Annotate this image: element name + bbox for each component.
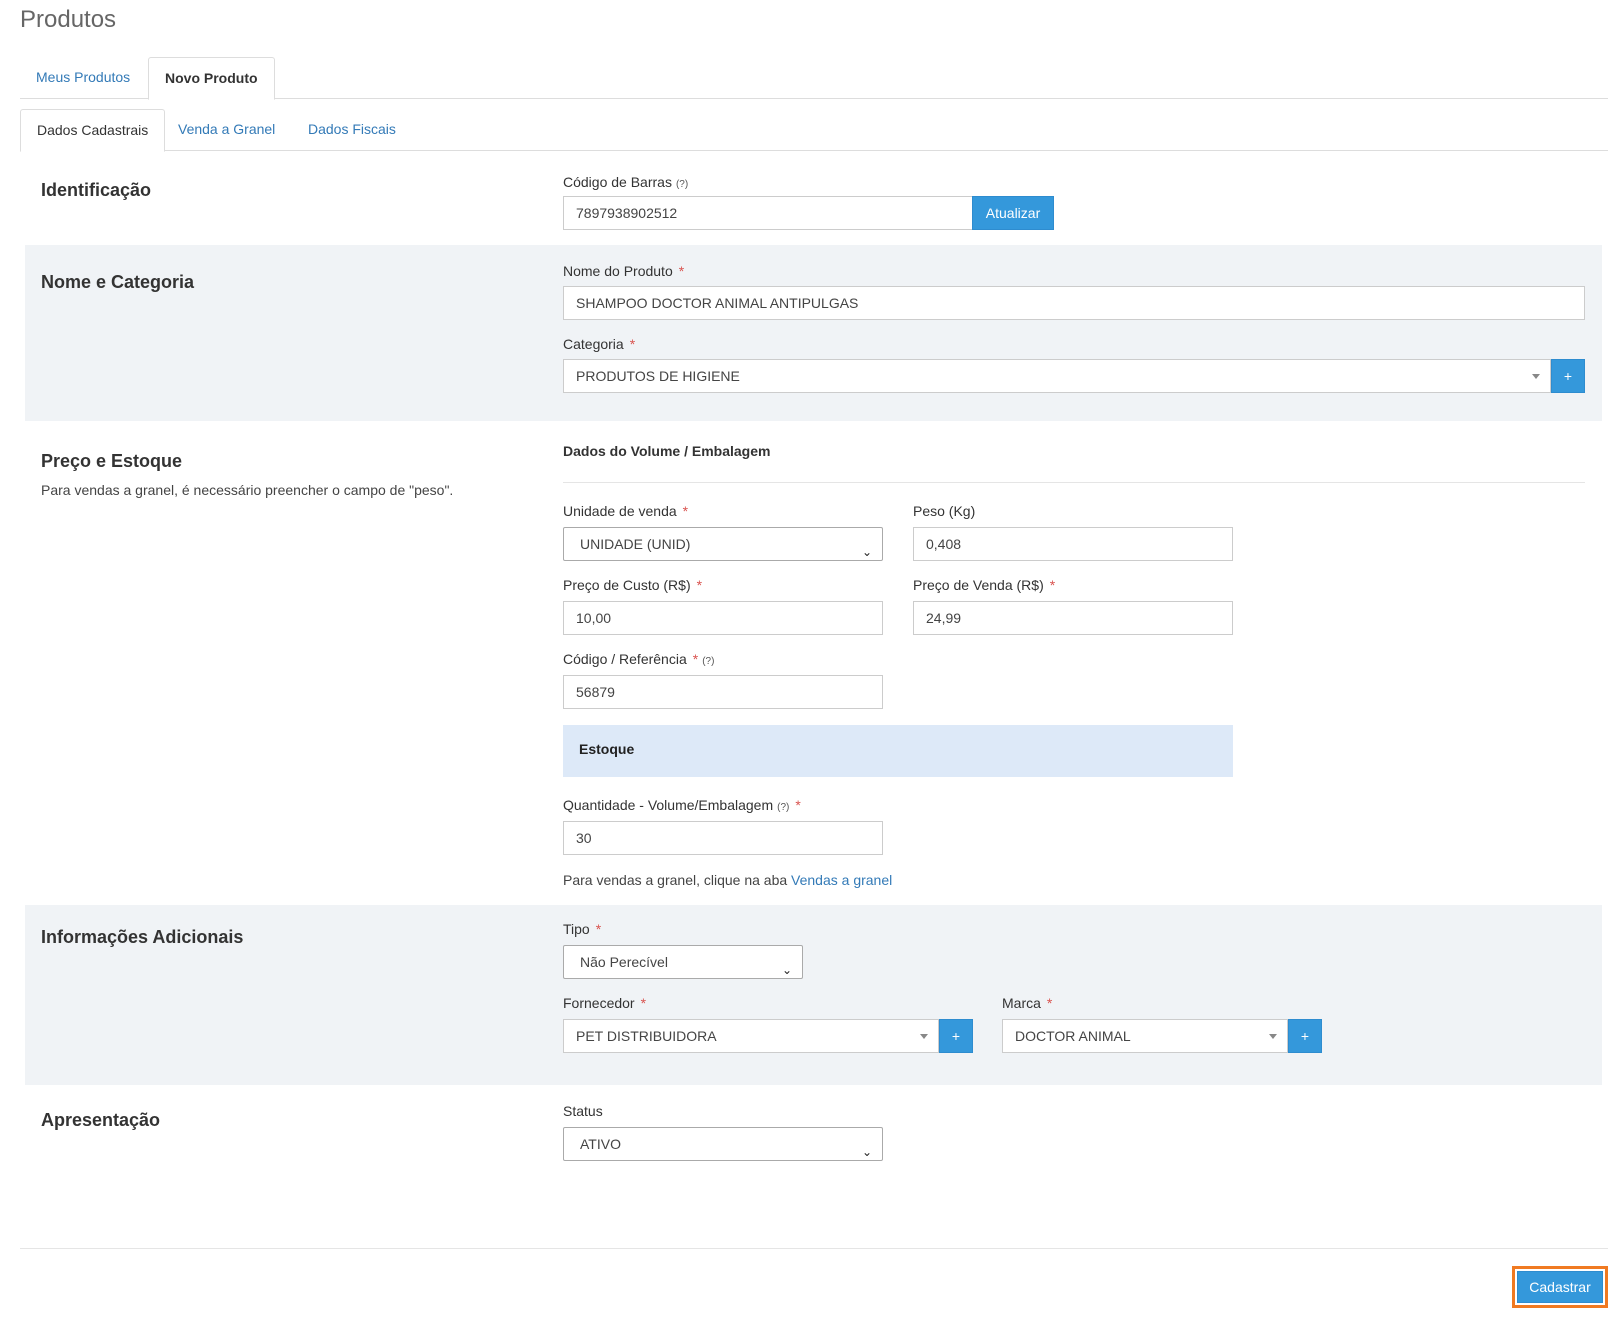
main-tabs: Meus Produtos Novo Produto: [20, 57, 1608, 100]
volume-heading: Dados do Volume / Embalagem: [563, 443, 771, 459]
section-apresentacao: Apresentação Status ATIVO ⌄: [25, 1085, 1602, 1205]
stock-heading: Estoque: [579, 741, 635, 757]
chevron-down-icon: ⌄: [861, 1145, 872, 1159]
unit-label: Unidade de venda *: [563, 503, 689, 519]
supplier-select[interactable]: PET DISTRIBUIDORA: [563, 1019, 939, 1053]
chevron-down-icon: ⌄: [861, 545, 872, 559]
help-icon[interactable]: (?): [777, 802, 789, 813]
vendas-granel-link[interactable]: Vendas a granel: [791, 872, 892, 888]
update-button[interactable]: Atualizar: [972, 196, 1054, 230]
tab-novo-produto[interactable]: Novo Produto: [148, 57, 275, 100]
add-brand-button[interactable]: +: [1288, 1019, 1322, 1053]
sale-input[interactable]: 24,99: [913, 601, 1233, 635]
status-label: Status: [563, 1103, 603, 1119]
page-title: Produtos: [20, 6, 117, 33]
section-nome-categoria: Nome e Categoria Nome do Produto * SHAMPO…: [25, 245, 1602, 421]
caret-down-icon: [920, 1034, 928, 1039]
type-label: Tipo *: [563, 921, 602, 937]
submit-button[interactable]: Cadastrar: [1517, 1271, 1603, 1303]
section-title: Preço e Estoque: [41, 451, 183, 471]
section-title: Apresentação: [41, 1110, 161, 1130]
footer-divider: [20, 1248, 1608, 1249]
section-identificacao: Identificação Código de Barras (?) 789793…: [25, 152, 1602, 245]
weight-label: Peso (Kg): [913, 503, 976, 519]
submit-highlight: Cadastrar: [1512, 1266, 1608, 1308]
help-icon[interactable]: (?): [702, 656, 714, 667]
stock-heading-box: Estoque: [563, 725, 1233, 777]
section-title: Identificação: [41, 180, 152, 200]
tab-meus-produtos[interactable]: Meus Produtos: [20, 57, 146, 99]
tab-dados-cadastrais[interactable]: Dados Cadastrais: [20, 109, 166, 152]
add-category-button[interactable]: +: [1551, 359, 1585, 393]
weight-input[interactable]: 0,408: [913, 527, 1233, 561]
sale-label: Preço de Venda (R$) *: [913, 577, 1056, 593]
category-select[interactable]: PRODUTOS DE HIGIENE: [563, 359, 1551, 393]
status-select[interactable]: ATIVO ⌄: [563, 1127, 883, 1161]
cost-label: Preço de Custo (R$) *: [563, 577, 703, 593]
supplier-label: Fornecedor *: [563, 995, 647, 1011]
code-label: Código / Referência * (?): [563, 651, 715, 667]
section-title: Informações Adicionais: [41, 927, 244, 947]
divider: [563, 482, 1585, 483]
unit-select[interactable]: UNIDADE (UNID) ⌄: [563, 527, 883, 561]
barcode-label: Código de Barras (?): [563, 174, 689, 190]
qty-label: Quantidade - Volume/Embalagem (?) *: [563, 797, 801, 813]
section-informacoes-adicionais: Informações Adicionais Tipo * Não Perecív…: [25, 905, 1602, 1085]
section-title: Nome e Categoria: [41, 272, 195, 292]
qty-input[interactable]: 30: [563, 821, 883, 855]
cost-input[interactable]: 10,00: [563, 601, 883, 635]
granel-hint: Para vendas a granel, clique na aba Vend…: [563, 872, 893, 888]
section-note: Para vendas a granel, é necessário preen…: [41, 482, 454, 498]
brand-select[interactable]: DOCTOR ANIMAL: [1002, 1019, 1288, 1053]
section-preco-estoque: Preço e Estoque Para vendas a granel, é …: [25, 421, 1602, 905]
tab-dados-fiscais[interactable]: Dados Fiscais: [292, 109, 412, 151]
code-input[interactable]: 56879: [563, 675, 883, 709]
type-select[interactable]: Não Perecível ⌄: [563, 945, 803, 979]
add-supplier-button[interactable]: +: [939, 1019, 973, 1053]
chevron-down-icon: ⌄: [781, 963, 792, 977]
sub-tabs: Dados Cadastrais Venda a Granel Dados Fi…: [20, 109, 1608, 152]
barcode-input[interactable]: 7897938902512: [563, 196, 973, 230]
product-name-input[interactable]: SHAMPOO DOCTOR ANIMAL ANTIPULGAS: [563, 286, 1585, 320]
category-label: Categoria *: [563, 336, 636, 352]
caret-down-icon: [1269, 1034, 1277, 1039]
help-icon[interactable]: (?): [676, 179, 688, 190]
caret-down-icon: [1532, 374, 1540, 379]
tab-venda-granel[interactable]: Venda a Granel: [162, 109, 291, 151]
brand-label: Marca *: [1002, 995, 1053, 1011]
product-name-label: Nome do Produto *: [563, 263, 685, 279]
